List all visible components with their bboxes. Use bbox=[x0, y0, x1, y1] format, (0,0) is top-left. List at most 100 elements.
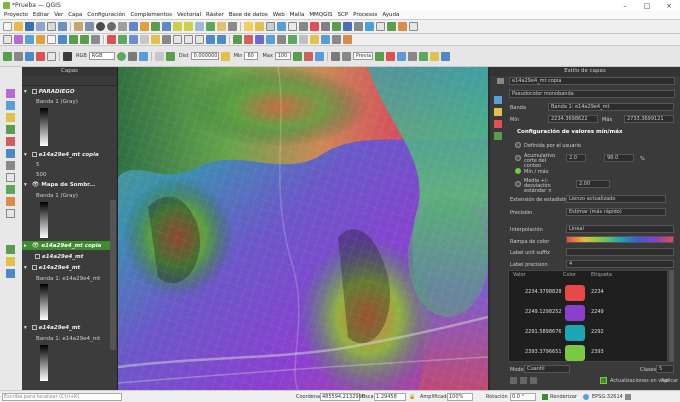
menu-complementos[interactable]: Complementos bbox=[130, 12, 172, 18]
shape-tools-icon[interactable] bbox=[343, 35, 352, 44]
render-checkbox[interactable] bbox=[542, 394, 548, 400]
layers-scrollbar[interactable] bbox=[110, 200, 116, 350]
scp-rgb-icon[interactable] bbox=[116, 51, 126, 61]
scale-select[interactable]: 1:29458 bbox=[374, 393, 406, 401]
add-xyz-side-icon[interactable] bbox=[6, 245, 15, 254]
interpolation-select[interactable]: Lineal bbox=[566, 225, 674, 233]
row-color-swatch[interactable] bbox=[565, 345, 585, 361]
layer-checkbox[interactable] bbox=[31, 265, 37, 270]
print-layout-icon[interactable] bbox=[47, 22, 56, 31]
messages-icon[interactable] bbox=[625, 394, 631, 400]
save-as-icon[interactable] bbox=[36, 22, 45, 31]
menu-raster[interactable]: Ráster bbox=[206, 12, 224, 18]
style-layer-select[interactable]: e14a29e4_mt copia bbox=[509, 77, 675, 85]
menu-capa[interactable]: Capa bbox=[68, 12, 82, 18]
trace-icon[interactable] bbox=[321, 35, 330, 44]
scp-roi-icon[interactable] bbox=[25, 51, 34, 61]
map-tips-icon[interactable] bbox=[321, 22, 330, 31]
paste-features-icon[interactable] bbox=[195, 35, 204, 44]
row-color-swatch[interactable] bbox=[565, 285, 585, 301]
menu-procesos[interactable]: Procesos bbox=[353, 12, 377, 18]
annotation-icon[interactable] bbox=[332, 22, 341, 31]
save-project-icon[interactable] bbox=[25, 22, 34, 31]
stddev-input[interactable]: 2.00 bbox=[576, 180, 610, 188]
processing-toolbox-icon[interactable] bbox=[365, 22, 374, 31]
python-console-icon[interactable] bbox=[354, 22, 363, 31]
renderer-select[interactable]: Pseudocolor monobanda bbox=[509, 90, 675, 98]
scp-tool-b-icon[interactable] bbox=[341, 51, 351, 61]
add-postgis-icon[interactable] bbox=[58, 35, 67, 44]
row-label[interactable]: 2393 bbox=[591, 349, 604, 355]
locator-search[interactable]: Escriba para localizar (Ctrl+K) bbox=[2, 393, 122, 401]
scp-extra4-icon[interactable] bbox=[440, 51, 450, 61]
rotate-label-icon[interactable] bbox=[255, 35, 264, 44]
scp-extra3-icon[interactable] bbox=[429, 51, 439, 61]
cumulative-cut-radio[interactable] bbox=[515, 155, 521, 161]
collapse-arrow-icon[interactable]: ▸ bbox=[24, 243, 27, 249]
close-button[interactable]: × bbox=[658, 2, 680, 10]
zoom-rubber-icon[interactable] bbox=[118, 22, 127, 31]
add-wfs-side-icon[interactable] bbox=[6, 185, 15, 194]
cut-high-input[interactable]: 98.0 bbox=[604, 154, 634, 162]
live-update-checkbox[interactable] bbox=[600, 377, 607, 384]
scp-run-icon[interactable] bbox=[374, 51, 384, 61]
scp-extra2-icon[interactable] bbox=[418, 51, 428, 61]
add-mesh-side-icon[interactable] bbox=[6, 161, 15, 170]
menu-mmqgis[interactable]: MMQGIS bbox=[309, 12, 332, 18]
delete-selected-icon[interactable] bbox=[162, 35, 171, 44]
row-value[interactable]: 2393.3796651 bbox=[525, 349, 562, 355]
zoom-to-selection-icon[interactable] bbox=[140, 22, 149, 31]
scp-local-cumulative-icon[interactable] bbox=[127, 51, 137, 61]
row-label[interactable]: 2292 bbox=[591, 329, 604, 335]
scp-input-icon[interactable] bbox=[36, 51, 45, 61]
min-input[interactable]: 2234.3698622 bbox=[548, 115, 598, 123]
snapping-icon[interactable] bbox=[299, 35, 308, 44]
stddev-radio[interactable] bbox=[515, 181, 521, 187]
add-postgis-side-icon[interactable] bbox=[6, 137, 15, 146]
plugin-icon[interactable] bbox=[387, 22, 396, 31]
scp-classify-icon[interactable] bbox=[154, 51, 164, 61]
label-unit-input[interactable] bbox=[566, 248, 674, 256]
diagram-icon[interactable] bbox=[288, 35, 297, 44]
add-raster-icon[interactable] bbox=[14, 35, 23, 44]
scp-refresh-icon[interactable] bbox=[314, 51, 324, 61]
pan-to-selection-icon[interactable] bbox=[85, 22, 94, 31]
menu-scp[interactable]: SCP bbox=[338, 12, 349, 18]
add-arcgis-side-icon[interactable] bbox=[6, 257, 15, 266]
map-canvas[interactable] bbox=[118, 67, 488, 390]
layer-item[interactable]: ▾ e14a29e4_mt bbox=[22, 263, 116, 272]
apply-button[interactable]: Aplicar bbox=[661, 378, 678, 384]
bookmark-icon[interactable] bbox=[206, 22, 215, 31]
crs-globe-icon[interactable] bbox=[583, 394, 589, 400]
menu-proyecto[interactable]: Proyecto bbox=[4, 12, 28, 18]
scp-plus-icon[interactable] bbox=[292, 51, 302, 61]
menu-vectorial[interactable]: Vectorial bbox=[177, 12, 201, 18]
classes-input[interactable]: 5 bbox=[656, 365, 674, 373]
scp-tool-a-icon[interactable] bbox=[330, 51, 340, 61]
coordinate-value[interactable]: 485594,2132990 bbox=[320, 393, 365, 401]
add-delimited-side-icon[interactable] bbox=[6, 113, 15, 122]
attribute-table-icon[interactable] bbox=[277, 22, 286, 31]
model-builder-icon[interactable] bbox=[376, 22, 385, 31]
select-features-icon[interactable] bbox=[255, 22, 264, 31]
load-colormap-icon[interactable] bbox=[530, 377, 537, 384]
layout-manager-icon[interactable] bbox=[58, 22, 67, 31]
symbology-tab-icon[interactable] bbox=[494, 96, 502, 104]
row-label[interactable]: 2249 bbox=[591, 309, 604, 315]
add-wcs-side-icon[interactable] bbox=[6, 269, 15, 278]
add-delimited-icon[interactable] bbox=[36, 35, 45, 44]
georeferencer-icon[interactable] bbox=[398, 22, 407, 31]
zoom-last-icon[interactable] bbox=[173, 22, 182, 31]
layer-item-selected[interactable]: ▸ 👁 e14a29e4_mt copia bbox=[22, 241, 116, 250]
cut-low-input[interactable]: 2.0 bbox=[566, 154, 586, 162]
menu-web[interactable]: Web bbox=[273, 12, 285, 18]
max-input[interactable]: 2733.3699121 bbox=[624, 115, 674, 123]
layer-item[interactable]: ▾ 👁 Mapa de Sombr... bbox=[22, 180, 116, 189]
rendering-tab-icon[interactable] bbox=[494, 132, 502, 140]
table-row[interactable]: 2234.3798828 2234 bbox=[509, 283, 667, 303]
collapse-arrow-icon[interactable]: ▾ bbox=[24, 182, 27, 188]
scp-extra-icon[interactable] bbox=[407, 51, 417, 61]
scp-save-icon[interactable] bbox=[396, 51, 406, 61]
help-icon[interactable] bbox=[409, 22, 418, 31]
field-calculator-icon[interactable] bbox=[288, 22, 297, 31]
